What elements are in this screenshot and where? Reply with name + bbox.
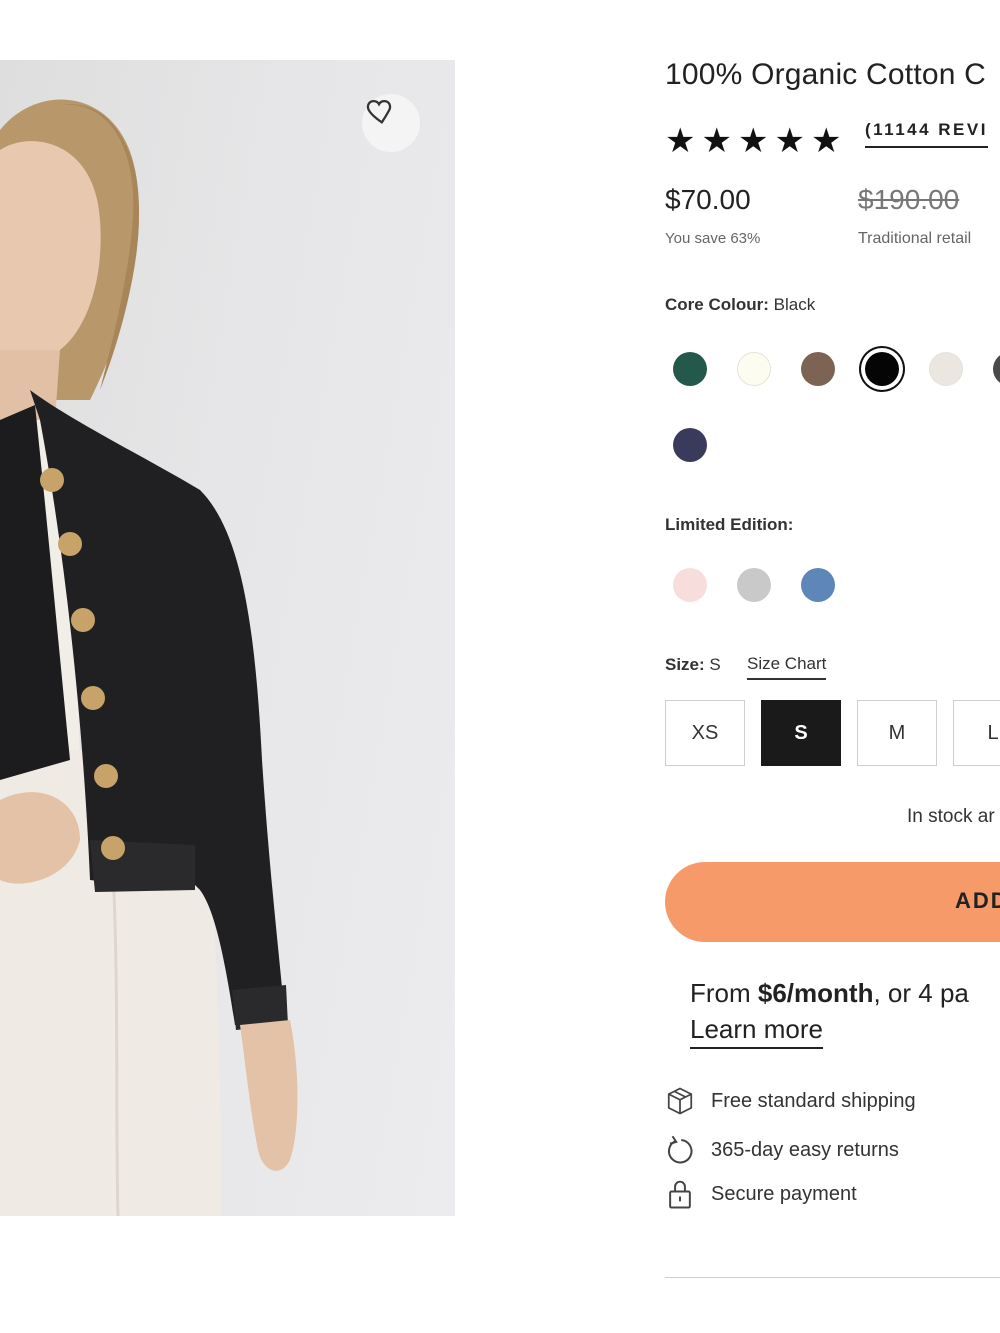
feature-text: Free standard shipping [711,1089,916,1112]
size-option-l[interactable]: L [953,700,1000,766]
box-icon [667,1087,693,1115]
product-title: 100% Organic Cotton C [665,58,987,91]
feature-text: Secure payment [711,1182,857,1205]
sale-price: $70.00 [665,184,751,215]
swatch-green[interactable] [673,352,707,386]
swatch-black[interactable] [865,352,899,386]
retail-label: Traditional retail [858,230,972,247]
size-heading: Size: [665,655,705,674]
favorite-button[interactable] [362,94,420,152]
stock-status: In stock ar [907,806,995,827]
core-colour-label: Core Colour: Black [665,295,815,315]
feature-secure: Secure payment [665,1178,857,1210]
product-image[interactable] [0,60,455,1216]
star-icon: ★ [665,122,696,160]
financing-amount: $6/month [757,978,874,1008]
swatch-blue[interactable] [801,568,835,602]
size-option-s[interactable]: S [761,700,841,766]
star-icon: ★ [701,122,732,160]
swatch-oatmeal[interactable] [929,352,963,386]
swatch-blush[interactable] [673,568,707,602]
feature-returns: 365-day easy returns [665,1133,899,1167]
feature-text: 365-day easy returns [711,1138,899,1161]
rating-stars[interactable]: ★ ★ ★ ★ ★ [665,124,841,158]
size-chart-link[interactable]: Size Chart [747,654,827,680]
product-details: 100% Organic Cotton C ★ ★ ★ ★ ★ (11144 R… [665,0,1000,1333]
reviews-link[interactable]: (11144 REVI [865,120,988,148]
swatch-charcoal[interactable] [993,352,1000,386]
add-to-cart-button[interactable]: ADD [665,862,1000,942]
feature-shipping: Free standard shipping [665,1086,916,1116]
limited-edition-label: Limited Edition: [665,515,793,535]
size-option-xs[interactable]: XS [665,700,745,766]
size-option-m[interactable]: M [857,700,937,766]
model-illustration [0,99,298,1216]
add-to-cart-label: ADD [955,888,1000,913]
size-label: Size: S [665,655,721,675]
swatch-navy[interactable] [673,428,707,462]
swatch-grey[interactable] [737,568,771,602]
core-colour-value: Black [773,295,816,314]
star-icon: ★ [737,122,769,160]
limited-edition-heading: Limited Edition: [665,515,794,534]
financing-suffix: , or 4 pa [873,978,969,1008]
swatch-brown[interactable] [801,352,835,386]
financing-text: From $6/month, or 4 pa [690,978,969,1009]
size-value: S [709,655,721,674]
savings-text: You save 63% [665,230,761,247]
return-arrow-icon [668,1135,693,1164]
heart-icon [366,99,392,124]
lock-icon [669,1180,691,1209]
star-icon: ★ [810,122,842,160]
learn-more-link[interactable]: Learn more [690,1014,823,1049]
financing-prefix: From [690,978,758,1008]
core-colour-heading: Core Colour: [665,295,769,314]
star-icon: ★ [774,122,805,160]
swatch-ivory[interactable] [737,352,771,386]
original-price: $190.00 [858,184,960,215]
section-divider [665,1277,1000,1278]
